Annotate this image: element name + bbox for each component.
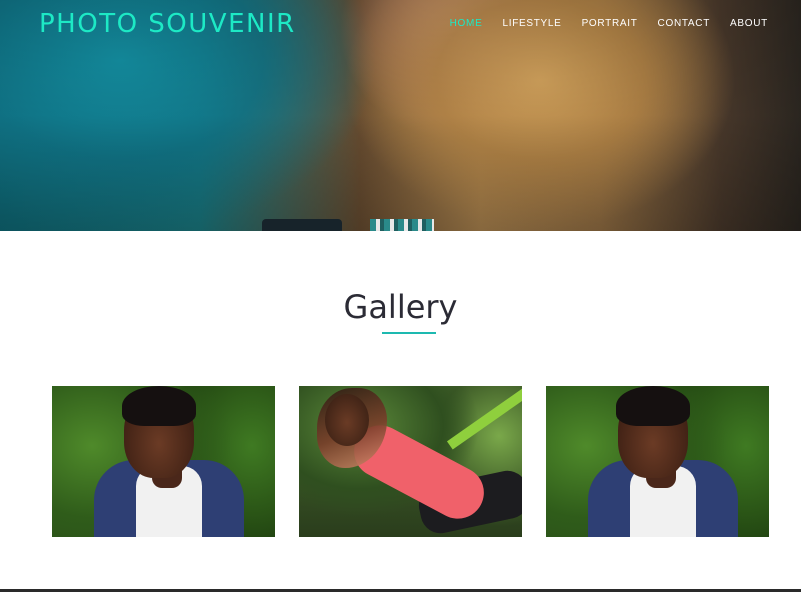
thumb-rail [446,386,522,450]
hero-camera-detail [262,219,342,231]
gallery-thumb-2[interactable] [299,386,522,537]
nav-item-portrait[interactable]: PORTRAIT [582,18,638,29]
thumb-figure-hair [616,386,690,426]
gallery-thumb-3[interactable] [546,386,769,537]
gallery-title: Gallery [343,288,458,326]
nav-item-contact[interactable]: CONTACT [658,18,711,29]
hero-strap-detail [370,219,434,231]
main-nav: HOME LIFESTYLE PORTRAIT CONTACT ABOUT [430,18,768,29]
site-logo[interactable]: PHOTO SOUVENIR [39,9,296,39]
nav-item-home[interactable]: HOME [450,18,483,29]
thumb-figure-hair [122,386,196,426]
nav-item-about[interactable]: ABOUT [730,18,768,29]
nav-item-lifestyle[interactable]: LIFESTYLE [502,18,561,29]
gallery-title-underline [382,332,436,334]
gallery-thumb-1[interactable] [52,386,275,537]
hero-banner: PHOTO SOUVENIR HOME LIFESTYLE PORTRAIT C… [0,0,801,231]
thumb-figure-head [325,394,369,446]
